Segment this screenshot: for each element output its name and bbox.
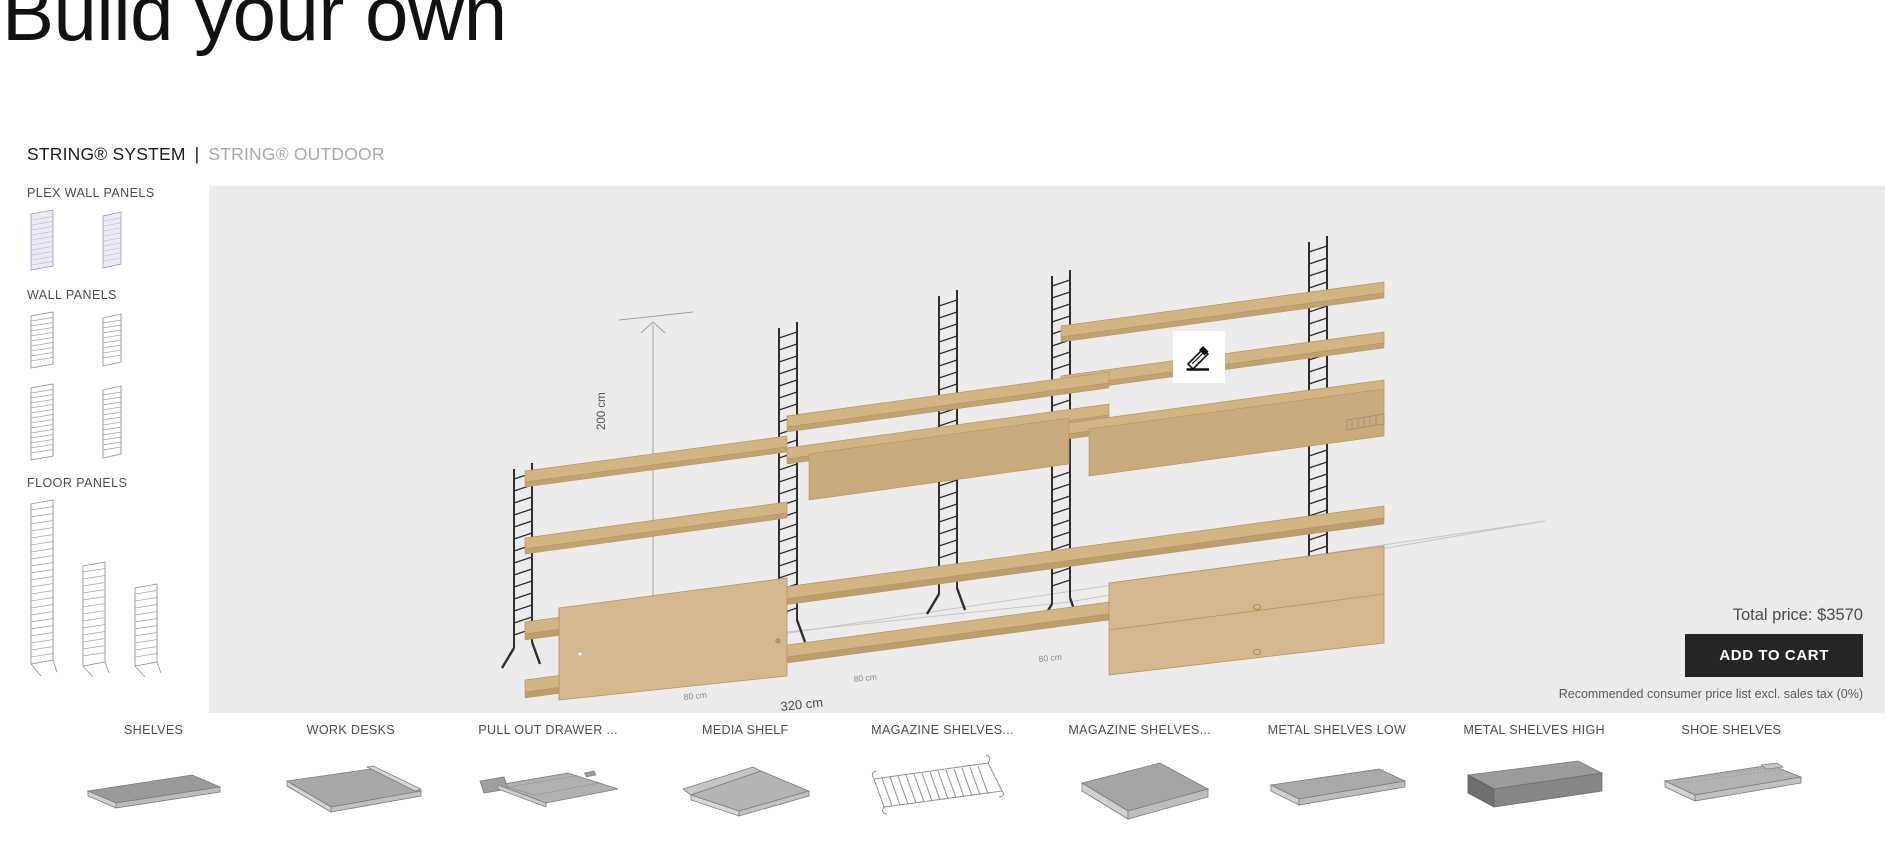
wall-panel-thumb[interactable]	[97, 382, 127, 464]
floor-panel-thumb[interactable]	[131, 582, 165, 680]
library-row-wall-panels-tall	[27, 382, 209, 464]
carousel-item-label: MAGAZINE SHELVES...	[871, 723, 1014, 737]
library-row-wall-panels-short	[27, 310, 209, 372]
component-library-panel: PLEX WALL PANELS WALL PANELS FLOOR PANEL…	[0, 186, 209, 713]
magazine-wire-thumb-icon	[872, 754, 1005, 815]
carousel-item-shelves[interactable]: SHELVES	[55, 713, 252, 859]
carousel-item-label: MAGAZINE SHELVES...	[1068, 723, 1212, 737]
add-to-cart-button[interactable]: ADD TO CART	[1685, 634, 1863, 677]
library-group-label-plex-wall-panels: PLEX WALL PANELS	[27, 186, 155, 200]
carousel-item-label: SHELVES	[123, 723, 184, 737]
carousel-item-magazine-shelves-wire[interactable]: MAGAZINE SHELVES...	[844, 713, 1041, 859]
carousel-track: SHELVES WORK DESKS PULL OUT DRAWER ... M…	[55, 713, 1830, 859]
edit-pencil-button[interactable]	[1173, 331, 1225, 383]
tab-string-outdoor[interactable]: STRING® OUTDOOR	[208, 144, 384, 165]
library-group-label-floor-panels: FLOOR PANELS	[27, 476, 128, 490]
price-disclaimer: Recommended consumer price list excl. sa…	[1558, 687, 1863, 701]
floor-panel-thumb[interactable]	[79, 560, 113, 680]
product-carousel: < > SHELVES WORK DESKS	[0, 713, 1885, 859]
carousel-item-label: SHOE SHELVES	[1681, 723, 1782, 737]
carousel-item-metal-shelves-high[interactable]: METAL SHELVES HIGH	[1436, 713, 1633, 859]
metal-shelf-high-thumb-icon	[1466, 760, 1604, 808]
carousel-item-metal-shelves-low[interactable]: METAL SHELVES LOW	[1238, 713, 1435, 859]
3d-viewport[interactable]: 80 cm 80 cm 80 cm 80 cm 320 cm 200 cm To…	[209, 186, 1885, 713]
plex-wall-panel-thumb[interactable]	[97, 208, 127, 274]
wood-shelves	[524, 281, 1385, 701]
carousel-item-pull-out-drawer[interactable]: PULL OUT DRAWER ...	[449, 713, 646, 859]
shoe-shelf-thumb-icon	[1663, 762, 1803, 802]
dimension-segment-3: 80 cm	[853, 672, 877, 684]
carousel-item-label: WORK DESKS	[306, 723, 396, 737]
metal-shelf-low-thumb-icon	[1269, 768, 1407, 806]
plex-wall-panel-thumb[interactable]	[27, 208, 57, 274]
breadcrumb-separator: |	[194, 144, 200, 164]
carousel-item-label: MEDIA SHELF	[701, 723, 789, 737]
library-row-floor-panels	[27, 498, 209, 680]
price-block: Total price: $3570 ADD TO CART Recommend…	[1559, 606, 1863, 701]
carousel-item-work-desks[interactable]: WORK DESKS	[252, 713, 449, 859]
breadcrumb-row: STRING® SYSTEM | STRING® OUTDOOR 14	[0, 140, 1885, 311]
carousel-item-media-shelf[interactable]: MEDIA SHELF	[647, 713, 844, 859]
configurator-app: Build your own STRING® SYSTEM | STRING® …	[0, 0, 1885, 859]
shelf-thumb-icon	[86, 774, 222, 809]
drawer-thumb-icon	[479, 770, 619, 808]
wall-panel-thumb[interactable]	[97, 310, 127, 372]
magazine-solid-thumb-icon	[1080, 762, 1209, 820]
dimension-segment-4: 80 cm	[1038, 652, 1062, 664]
wall-panel-thumb[interactable]	[27, 382, 57, 464]
total-price: Total price: $3570	[1732, 606, 1863, 624]
carousel-item-label: METAL SHELVES HIGH	[1463, 723, 1605, 737]
carousel-item-magazine-shelves-solid[interactable]: MAGAZINE SHELVES...	[1041, 713, 1238, 859]
library-group-label-wall-panels: WALL PANELS	[27, 288, 117, 302]
desk-thumb-icon	[285, 765, 423, 813]
breadcrumb: STRING® SYSTEM | STRING® OUTDOOR	[27, 144, 385, 165]
library-row-plex-wall-panels	[27, 208, 209, 274]
dimension-segment-2: 80 cm	[683, 690, 707, 702]
tab-string-system[interactable]: STRING® SYSTEM	[27, 144, 186, 165]
carousel-item-label: METAL SHELVES LOW	[1267, 723, 1407, 737]
pencil-icon	[1184, 342, 1214, 372]
page-title: Build your own	[2, 0, 507, 57]
dimension-total-width: 320 cm	[780, 695, 824, 713]
floor-panel-thumb[interactable]	[27, 498, 61, 680]
carousel-item-shoe-shelves[interactable]: SHOE SHELVES	[1633, 713, 1830, 859]
carousel-item-label: PULL OUT DRAWER ...	[478, 723, 618, 737]
media-shelf-thumb-icon	[682, 766, 811, 817]
dimension-height: 200 cm	[596, 392, 608, 430]
wall-panel-thumb[interactable]	[27, 310, 57, 372]
